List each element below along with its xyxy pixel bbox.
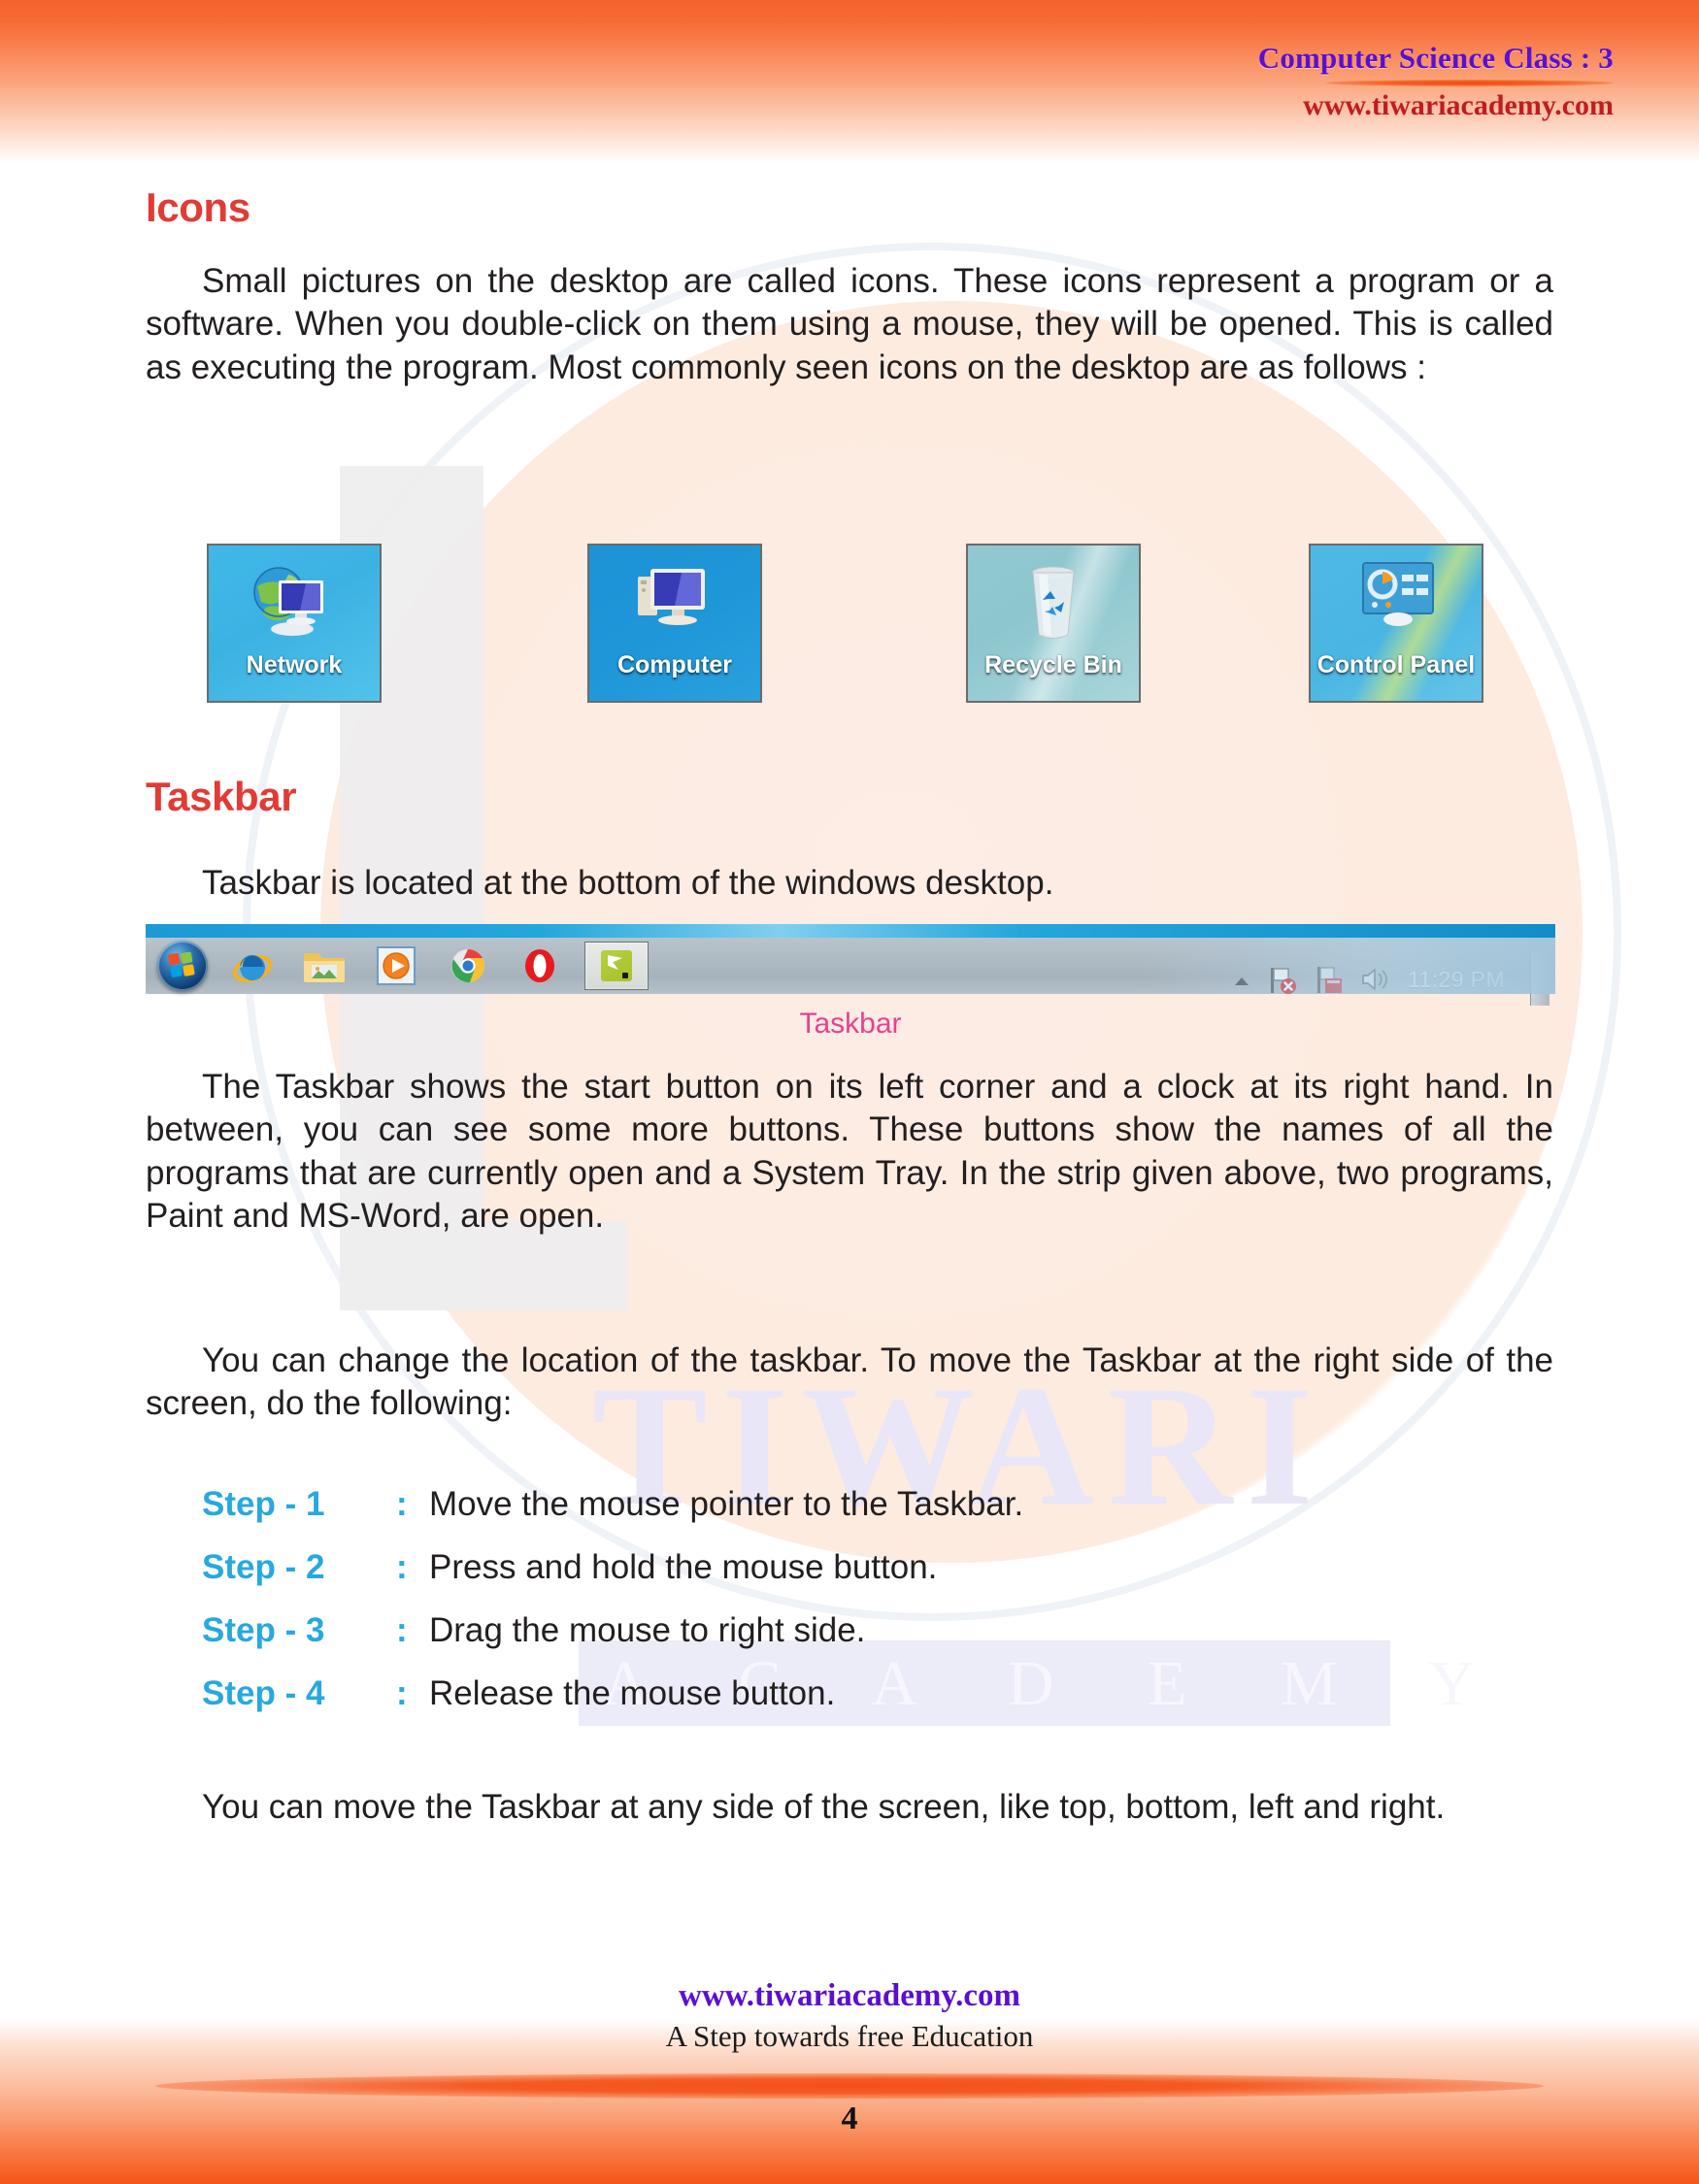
step-label: Step - 4 bbox=[202, 1674, 325, 1712]
control-panel-icon bbox=[1311, 557, 1482, 641]
desktop-icons-row: Network Computer Recycle Bin Control Pan… bbox=[146, 544, 1553, 709]
recycle-bin-icon bbox=[968, 557, 1139, 641]
google-chrome-icon[interactable] bbox=[441, 943, 495, 988]
desktop-icon-label: Control Panel bbox=[1316, 651, 1476, 678]
header-divider bbox=[1326, 79, 1614, 86]
taskbar-paragraph-2: You can change the location of the taskb… bbox=[146, 1341, 1553, 1423]
taskbar-paragraph-1: The Taskbar shows the start button on it… bbox=[146, 1068, 1553, 1236]
action-center-flag-icon[interactable] bbox=[1313, 963, 1346, 996]
step-colon: : bbox=[396, 1674, 408, 1712]
start-orb-windows-icon[interactable] bbox=[157, 941, 208, 991]
step-item: Step - 4 : Release the mouse button. bbox=[202, 1674, 1561, 1713]
file-explorer-folder-icon[interactable] bbox=[297, 943, 351, 988]
desktop-icon-label: Recycle Bin bbox=[984, 651, 1122, 678]
steps-list: Step - 1 : Move the mouse pointer to the… bbox=[202, 1485, 1561, 1737]
internet-explorer-icon[interactable] bbox=[225, 943, 280, 988]
taskbar-clock[interactable]: 11:29 PM bbox=[1408, 967, 1505, 993]
desktop-icon-label: Computer bbox=[616, 651, 733, 678]
step-colon: : bbox=[396, 1485, 408, 1523]
desktop-icon-control-panel[interactable]: Control Panel bbox=[1309, 544, 1483, 703]
step-colon: : bbox=[396, 1611, 408, 1649]
step-text: Press and hold the mouse button. bbox=[429, 1548, 938, 1586]
desktop-icon-recycle-bin[interactable]: Recycle Bin bbox=[966, 544, 1141, 703]
open-program-button-paint[interactable] bbox=[584, 942, 649, 990]
opera-browser-icon[interactable] bbox=[513, 943, 567, 988]
step-item: Step - 1 : Move the mouse pointer to the… bbox=[202, 1485, 1561, 1524]
desktop-icon-label: Network bbox=[246, 651, 343, 678]
footer-tagline: A Step towards free Education bbox=[665, 2019, 1034, 2053]
taskbar-top-glow bbox=[146, 924, 1555, 938]
taskbar-image-caption: Taskbar bbox=[799, 1008, 902, 1040]
step-item: Step - 3 : Drag the mouse to right side. bbox=[202, 1611, 1561, 1650]
computer-monitor-icon bbox=[589, 557, 760, 641]
taskbar-intro-paragraph: Taskbar is located at the bottom of the … bbox=[202, 864, 1054, 902]
section-heading-icons: Icons bbox=[146, 184, 250, 230]
page-header: Computer Science Class : 3 www.tiwariaca… bbox=[1257, 41, 1614, 121]
section-heading-taskbar: Taskbar bbox=[146, 774, 297, 819]
taskbar-main: 11:29 PM bbox=[146, 938, 1555, 1006]
step-label: Step - 1 bbox=[202, 1485, 325, 1523]
header-title: Computer Science Class : 3 bbox=[1257, 41, 1614, 75]
page-number: 4 bbox=[841, 2101, 858, 2136]
windows-flag bbox=[167, 950, 198, 980]
footer-divider-lens bbox=[155, 2073, 1544, 2099]
network-flag-error-icon[interactable] bbox=[1266, 963, 1299, 996]
footer-website[interactable]: www.tiwariacademy.com bbox=[0, 1978, 1699, 2014]
taskbar-paragraph-3: You can move the Taskbar at any side of … bbox=[202, 1788, 1446, 1826]
show-desktop-strip[interactable] bbox=[1530, 953, 1549, 1006]
step-text: Move the mouse pointer to the Taskbar. bbox=[429, 1485, 1024, 1523]
page-footer: www.tiwariacademy.com A Step towards fre… bbox=[0, 1978, 1699, 2054]
step-item: Step - 2 : Press and hold the mouse butt… bbox=[202, 1548, 1561, 1587]
step-colon: : bbox=[396, 1548, 408, 1586]
icons-paragraph: Small pictures on the desktop are called… bbox=[146, 262, 1553, 386]
step-label: Step - 3 bbox=[202, 1611, 325, 1649]
header-website: www.tiwariacademy.com bbox=[1303, 88, 1614, 121]
network-globe-monitor-icon bbox=[209, 557, 380, 641]
step-text: Release the mouse button. bbox=[429, 1674, 836, 1712]
system-tray: 11:29 PM bbox=[1231, 951, 1505, 1008]
windows-media-player-icon[interactable] bbox=[369, 943, 423, 988]
step-text: Drag the mouse to right side. bbox=[429, 1611, 866, 1649]
page-content: Icons Small pictures on the desktop are … bbox=[0, 0, 1699, 2184]
chevron-up-icon[interactable] bbox=[1231, 969, 1252, 990]
document-page: TIWARI A C A D E M Y Computer Science Cl… bbox=[0, 0, 1699, 2184]
taskbar-strip-image: 11:29 PM bbox=[146, 924, 1555, 1006]
paint-program-icon bbox=[601, 950, 632, 981]
step-label: Step - 2 bbox=[202, 1548, 325, 1586]
speaker-volume-icon[interactable] bbox=[1359, 965, 1394, 994]
desktop-icon-network[interactable]: Network bbox=[207, 544, 382, 703]
desktop-icon-computer[interactable]: Computer bbox=[587, 544, 762, 703]
